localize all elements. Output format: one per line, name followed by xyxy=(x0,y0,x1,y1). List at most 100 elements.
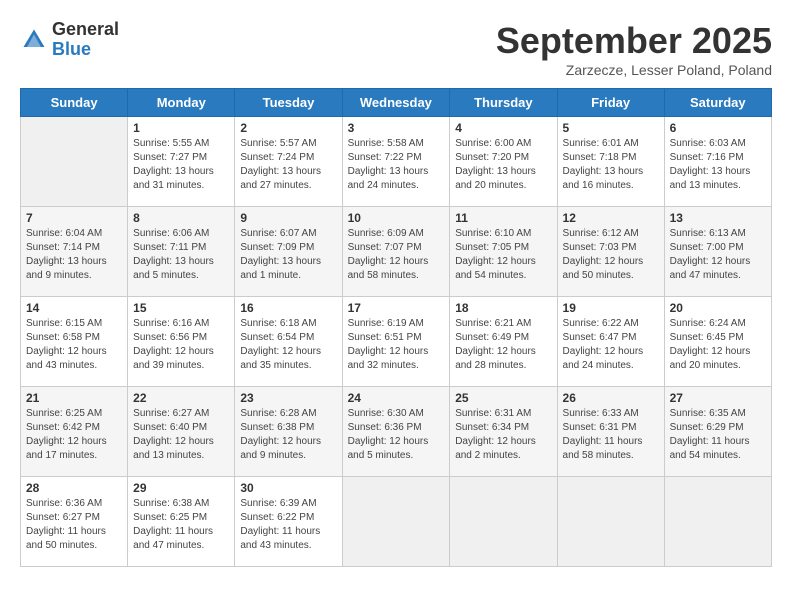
day-info: Sunrise: 6:31 AM Sunset: 6:34 PM Dayligh… xyxy=(455,407,551,463)
calendar-cell: 17 Sunrise: 6:19 AM Sunset: 6:51 PM Dayli… xyxy=(342,297,450,387)
calendar-cell: 8 Sunrise: 6:06 AM Sunset: 7:11 PM Daylig… xyxy=(128,207,235,297)
header-row: Sunday Monday Tuesday Wednesday Thursday… xyxy=(21,89,772,117)
calendar-cell: 27 Sunrise: 6:35 AM Sunset: 6:29 PM Dayli… xyxy=(664,387,771,477)
day-number: 28 xyxy=(26,481,122,495)
day-info: Sunrise: 6:01 AM Sunset: 7:18 PM Dayligh… xyxy=(563,137,659,193)
day-info: Sunrise: 6:18 AM Sunset: 6:54 PM Dayligh… xyxy=(240,317,336,373)
day-info: Sunrise: 6:25 AM Sunset: 6:42 PM Dayligh… xyxy=(26,407,122,463)
day-info: Sunrise: 5:58 AM Sunset: 7:22 PM Dayligh… xyxy=(348,137,445,193)
day-number: 18 xyxy=(455,301,551,315)
day-info: Sunrise: 6:09 AM Sunset: 7:07 PM Dayligh… xyxy=(348,227,445,283)
day-info: Sunrise: 6:24 AM Sunset: 6:45 PM Dayligh… xyxy=(670,317,766,373)
day-number: 24 xyxy=(348,391,445,405)
calendar-cell: 16 Sunrise: 6:18 AM Sunset: 6:54 PM Dayli… xyxy=(235,297,342,387)
day-number: 3 xyxy=(348,121,445,135)
calendar-cell: 19Sunrise: 6:22 AM Sunset: 6:47 PM Dayli… xyxy=(557,297,664,387)
location-subtitle: Zarzecze, Lesser Poland, Poland xyxy=(496,62,772,78)
logo-icon xyxy=(20,26,48,54)
day-number: 17 xyxy=(348,301,445,315)
day-number: 26 xyxy=(563,391,659,405)
day-number: 6 xyxy=(670,121,766,135)
calendar-table: Sunday Monday Tuesday Wednesday Thursday… xyxy=(20,88,772,567)
calendar-cell: 12 Sunrise: 6:12 AM Sunset: 7:03 PM Dayli… xyxy=(557,207,664,297)
calendar-cell: 4 Sunrise: 6:00 AM Sunset: 7:20 PM Daylig… xyxy=(450,117,557,207)
day-info: Sunrise: 6:04 AM Sunset: 7:14 PM Dayligh… xyxy=(26,227,122,283)
logo-line1: General xyxy=(52,20,119,40)
calendar-cell xyxy=(450,477,557,567)
calendar-cell: 6 Sunrise: 6:03 AM Sunset: 7:16 PM Daylig… xyxy=(664,117,771,207)
day-info: Sunrise: 6:06 AM Sunset: 7:11 PM Dayligh… xyxy=(133,227,229,283)
day-info: Sunrise: 6:16 AM Sunset: 6:56 PM Dayligh… xyxy=(133,317,229,373)
col-monday: Monday xyxy=(128,89,235,117)
day-number: 4 xyxy=(455,121,551,135)
logo-text: General Blue xyxy=(52,20,119,60)
calendar-week-row: 7 Sunrise: 6:04 AM Sunset: 7:14 PM Daylig… xyxy=(21,207,772,297)
day-info: Sunrise: 6:12 AM Sunset: 7:03 PM Dayligh… xyxy=(563,227,659,283)
day-number: 9 xyxy=(240,211,336,225)
day-number: 2 xyxy=(240,121,336,135)
calendar-cell: 26 Sunrise: 6:33 AM Sunset: 6:31 PM Dayli… xyxy=(557,387,664,477)
day-number: 16 xyxy=(240,301,336,315)
day-info: Sunrise: 6:03 AM Sunset: 7:16 PM Dayligh… xyxy=(670,137,766,193)
col-tuesday: Tuesday xyxy=(235,89,342,117)
day-info: Sunrise: 5:55 AM Sunset: 7:27 PM Dayligh… xyxy=(133,137,229,193)
day-number: 21 xyxy=(26,391,122,405)
col-sunday: Sunday xyxy=(21,89,128,117)
calendar-week-row: 28 Sunrise: 6:36 AM Sunset: 6:27 PM Dayli… xyxy=(21,477,772,567)
calendar-week-row: 1 Sunrise: 5:55 AM Sunset: 7:27 PM Daylig… xyxy=(21,117,772,207)
calendar-cell: 1 Sunrise: 5:55 AM Sunset: 7:27 PM Daylig… xyxy=(128,117,235,207)
day-number: 30 xyxy=(240,481,336,495)
day-info: Sunrise: 6:10 AM Sunset: 7:05 PM Dayligh… xyxy=(455,227,551,283)
day-number: 11 xyxy=(455,211,551,225)
day-info: Sunrise: 6:36 AM Sunset: 6:27 PM Dayligh… xyxy=(26,497,122,553)
logo: General Blue xyxy=(20,20,119,60)
day-number: 8 xyxy=(133,211,229,225)
day-info: Sunrise: 6:00 AM Sunset: 7:20 PM Dayligh… xyxy=(455,137,551,193)
day-number: 19 xyxy=(563,301,659,315)
calendar-cell: 3 Sunrise: 5:58 AM Sunset: 7:22 PM Daylig… xyxy=(342,117,450,207)
day-number: 7 xyxy=(26,211,122,225)
day-number: 22 xyxy=(133,391,229,405)
day-number: 13 xyxy=(670,211,766,225)
day-number: 5 xyxy=(563,121,659,135)
calendar-cell: 14Sunrise: 6:15 AM Sunset: 6:58 PM Dayli… xyxy=(21,297,128,387)
calendar-cell: 11 Sunrise: 6:10 AM Sunset: 7:05 PM Dayli… xyxy=(450,207,557,297)
day-info: Sunrise: 6:19 AM Sunset: 6:51 PM Dayligh… xyxy=(348,317,445,373)
day-number: 27 xyxy=(670,391,766,405)
col-wednesday: Wednesday xyxy=(342,89,450,117)
calendar-cell: 21 Sunrise: 6:25 AM Sunset: 6:42 PM Dayli… xyxy=(21,387,128,477)
day-number: 23 xyxy=(240,391,336,405)
calendar-cell: 25Sunrise: 6:31 AM Sunset: 6:34 PM Dayli… xyxy=(450,387,557,477)
day-number: 12 xyxy=(563,211,659,225)
calendar-cell: 28 Sunrise: 6:36 AM Sunset: 6:27 PM Dayli… xyxy=(21,477,128,567)
day-info: Sunrise: 6:38 AM Sunset: 6:25 PM Dayligh… xyxy=(133,497,229,553)
calendar-cell: 18Sunrise: 6:21 AM Sunset: 6:49 PM Dayli… xyxy=(450,297,557,387)
calendar-cell xyxy=(21,117,128,207)
calendar-cell: 10 Sunrise: 6:09 AM Sunset: 7:07 PM Dayli… xyxy=(342,207,450,297)
calendar-cell: 5 Sunrise: 6:01 AM Sunset: 7:18 PM Daylig… xyxy=(557,117,664,207)
day-info: Sunrise: 6:35 AM Sunset: 6:29 PM Dayligh… xyxy=(670,407,766,463)
day-info: Sunrise: 6:30 AM Sunset: 6:36 PM Dayligh… xyxy=(348,407,445,463)
calendar-cell: 13 Sunrise: 6:13 AM Sunset: 7:00 PM Dayli… xyxy=(664,207,771,297)
calendar-cell: 20Sunrise: 6:24 AM Sunset: 6:45 PM Dayli… xyxy=(664,297,771,387)
day-info: Sunrise: 6:07 AM Sunset: 7:09 PM Dayligh… xyxy=(240,227,336,283)
day-info: Sunrise: 6:39 AM Sunset: 6:22 PM Dayligh… xyxy=(240,497,336,553)
calendar-cell: 22Sunrise: 6:27 AM Sunset: 6:40 PM Dayli… xyxy=(128,387,235,477)
day-info: Sunrise: 6:33 AM Sunset: 6:31 PM Dayligh… xyxy=(563,407,659,463)
calendar-cell: 9 Sunrise: 6:07 AM Sunset: 7:09 PM Daylig… xyxy=(235,207,342,297)
day-number: 14 xyxy=(26,301,122,315)
month-title: September 2025 xyxy=(496,20,772,62)
day-info: Sunrise: 5:57 AM Sunset: 7:24 PM Dayligh… xyxy=(240,137,336,193)
calendar-week-row: 14Sunrise: 6:15 AM Sunset: 6:58 PM Dayli… xyxy=(21,297,772,387)
col-saturday: Saturday xyxy=(664,89,771,117)
calendar-cell xyxy=(664,477,771,567)
day-number: 10 xyxy=(348,211,445,225)
page-header: General Blue September 2025 Zarzecze, Le… xyxy=(20,20,772,78)
day-info: Sunrise: 6:13 AM Sunset: 7:00 PM Dayligh… xyxy=(670,227,766,283)
calendar-cell: 7 Sunrise: 6:04 AM Sunset: 7:14 PM Daylig… xyxy=(21,207,128,297)
calendar-cell: 15Sunrise: 6:16 AM Sunset: 6:56 PM Dayli… xyxy=(128,297,235,387)
day-info: Sunrise: 6:28 AM Sunset: 6:38 PM Dayligh… xyxy=(240,407,336,463)
calendar-cell xyxy=(557,477,664,567)
day-number: 1 xyxy=(133,121,229,135)
calendar-cell: 24 Sunrise: 6:30 AM Sunset: 6:36 PM Dayli… xyxy=(342,387,450,477)
